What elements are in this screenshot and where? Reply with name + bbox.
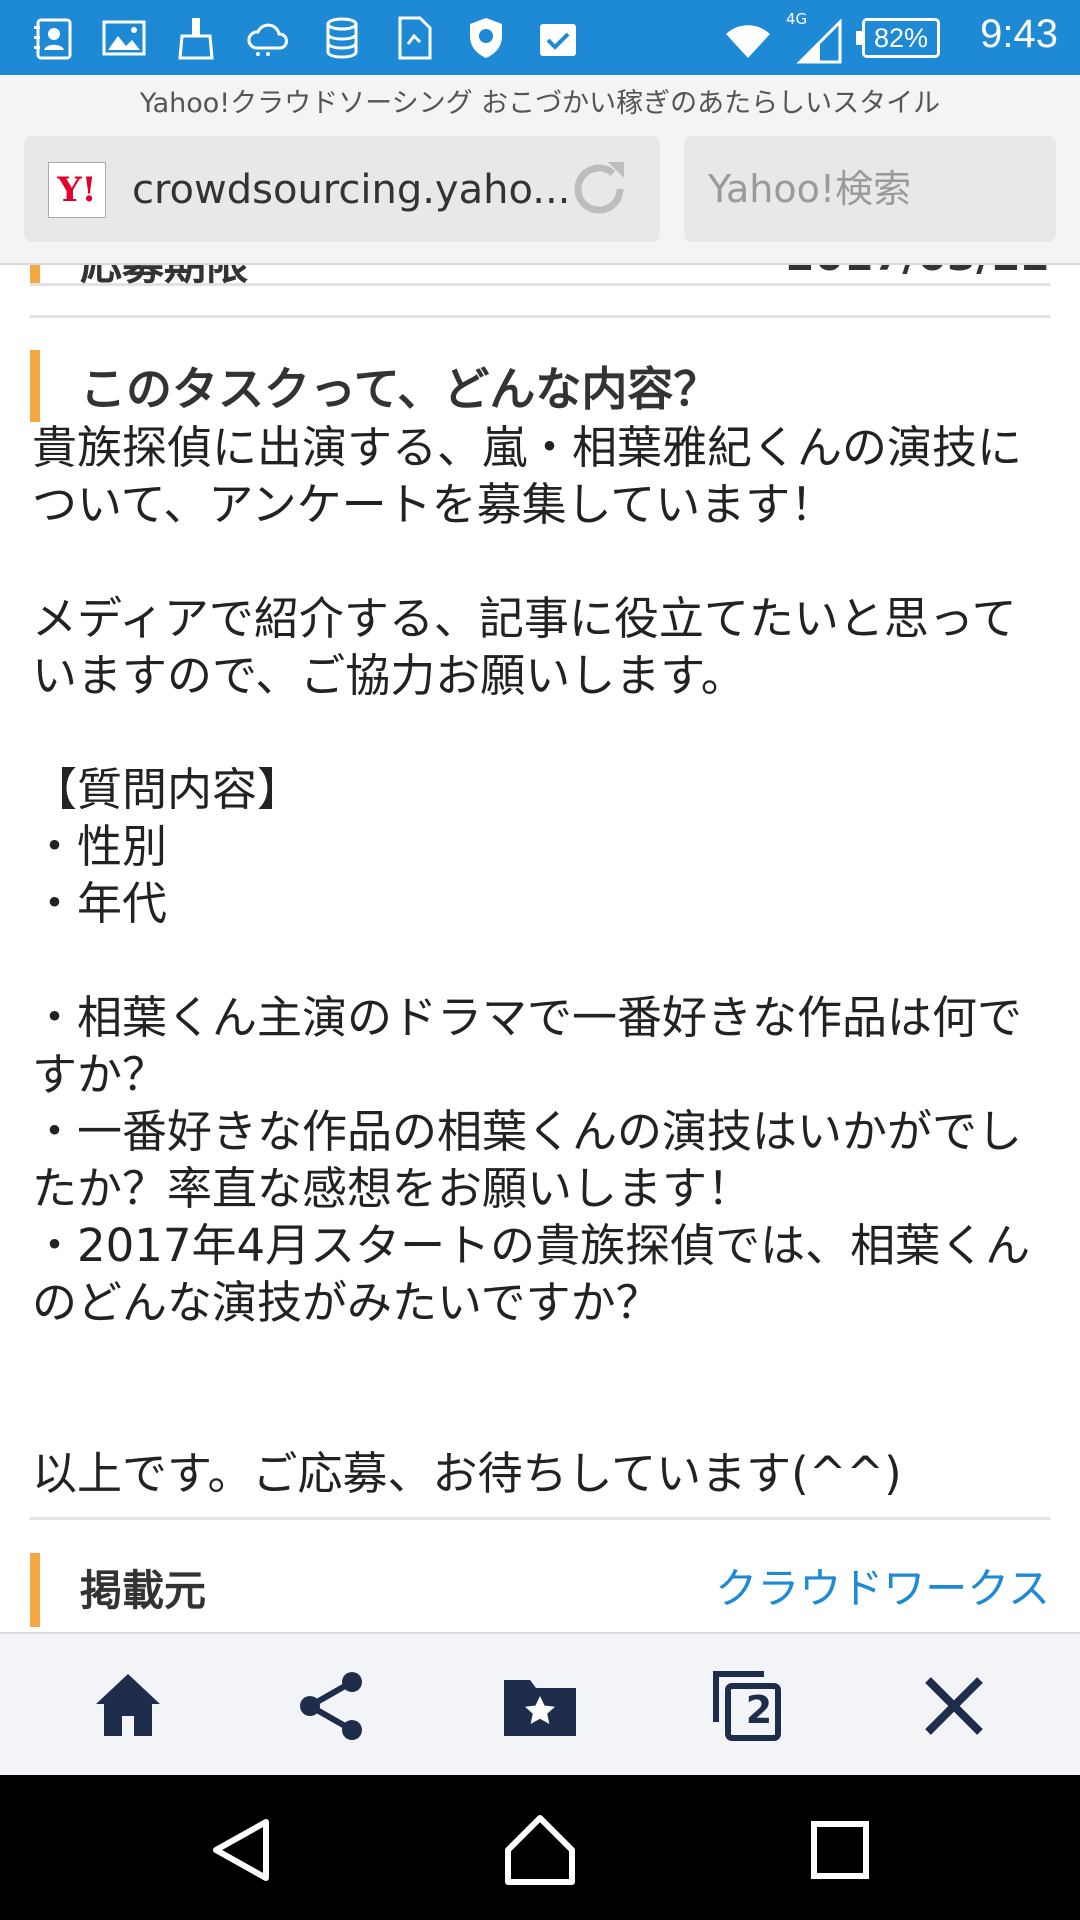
browser-bottom-toolbar: 2	[0, 1632, 1080, 1775]
clipboard-check-icon	[534, 14, 582, 62]
system-navigation-bar	[0, 1775, 1080, 1920]
divider	[30, 315, 1050, 318]
divider	[30, 1517, 1050, 1520]
back-icon[interactable]	[202, 1810, 282, 1890]
site-tagline: Yahoo!クラウドソーシング おこづかい稼ぎのあたらしいスタイル	[0, 75, 1080, 133]
source-label: 掲載元	[80, 1566, 207, 1615]
task-description: 貴族探偵に出演する、嵐・相葉雅紀くんの演技について、アンケートを募集しています！…	[32, 421, 1031, 1500]
home-nav-icon[interactable]	[500, 1810, 580, 1890]
page-content[interactable]: 応募期限 2017/03/22 このタスクって、どんな内容？ 貴族探偵に出演する…	[0, 265, 1080, 1632]
shield-icon	[462, 14, 510, 62]
close-icon[interactable]	[914, 1666, 994, 1746]
source-link[interactable]: クラウドワークス	[715, 1555, 1050, 1616]
tabs-icon[interactable]: 2	[708, 1666, 788, 1746]
search-box[interactable]	[684, 136, 1056, 242]
url-text[interactable]: crowdsourcing.yaho...	[132, 162, 572, 218]
search-input[interactable]	[684, 136, 1056, 242]
gallery-icon	[100, 14, 148, 62]
browser-toolbar: Y! crowdsourcing.yaho...	[0, 133, 1080, 265]
document-icon	[390, 14, 438, 62]
deadline-value: 2017/03/22	[786, 265, 1050, 280]
status-bar: 4G 82% 9:43	[0, 0, 1080, 75]
address-bar[interactable]: Y! crowdsourcing.yaho...	[24, 136, 660, 242]
tab-count: 2	[745, 1688, 773, 1732]
deadline-row: 応募期限 2017/03/22	[30, 265, 1050, 289]
site-favicon: Y!	[48, 162, 106, 218]
bookmark-folder-icon[interactable]	[500, 1666, 580, 1746]
recents-icon[interactable]	[800, 1810, 880, 1890]
home-icon[interactable]	[88, 1666, 168, 1746]
clock: 9:43	[980, 12, 1058, 56]
section-title: このタスクって、どんな内容？	[80, 362, 720, 416]
cloud-icon	[244, 14, 292, 62]
cleaner-icon	[172, 14, 220, 62]
share-icon[interactable]	[292, 1666, 372, 1746]
signal-icon	[796, 18, 844, 66]
source-row: 掲載元 クラウドワークス	[30, 1553, 1050, 1632]
deadline-label: 応募期限	[80, 265, 248, 292]
database-icon	[318, 14, 366, 62]
accent-bar	[30, 350, 40, 422]
battery-indicator: 82%	[856, 18, 940, 58]
wifi-icon	[724, 16, 772, 64]
reload-icon[interactable]	[564, 154, 634, 224]
accent-bar	[30, 265, 40, 283]
contacts-icon	[30, 14, 78, 62]
accent-bar	[30, 1553, 40, 1627]
